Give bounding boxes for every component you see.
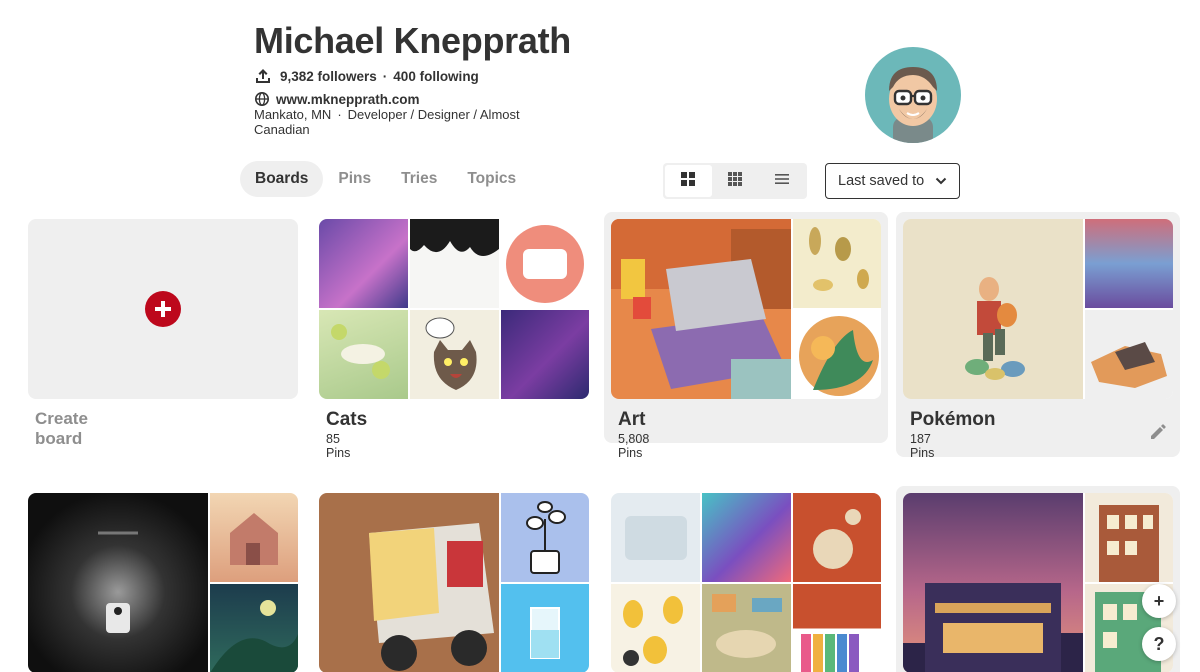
board-title[interactable]: Cats: [326, 409, 367, 431]
pin-thumbnail: [501, 219, 589, 308]
pin-thumbnail: [793, 493, 881, 582]
pin-thumbnail: [28, 493, 208, 672]
pin-thumbnail: [501, 584, 589, 672]
board-cover[interactable]: [903, 219, 1173, 399]
board-pin-count: 187 Pins: [910, 432, 935, 460]
location: Mankato, MN: [254, 107, 332, 122]
tab-tries[interactable]: Tries: [386, 161, 452, 197]
create-board-cover[interactable]: [28, 219, 298, 399]
globe-icon: [254, 91, 270, 107]
help-button[interactable]: ?: [1142, 627, 1176, 661]
create-board-label[interactable]: Create board: [35, 409, 88, 449]
large-grid-icon: [680, 171, 696, 192]
list-icon: [774, 171, 790, 192]
pin-thumbnail: [501, 310, 589, 399]
stats-separator: ·: [382, 68, 388, 84]
pin-thumbnail: [702, 493, 791, 582]
large-grid-view-button[interactable]: [665, 165, 712, 197]
tab-pins[interactable]: Pins: [323, 161, 386, 197]
pin-thumbnail: [611, 584, 700, 672]
board-title[interactable]: Pokémon: [910, 409, 996, 431]
sort-label: Last saved to: [838, 173, 925, 189]
edit-board-pencil-icon[interactable]: [1149, 423, 1167, 441]
view-mode-toggle: [663, 163, 807, 199]
followers-count[interactable]: 9,382 followers: [280, 69, 377, 84]
pin-thumbnail: [1085, 219, 1173, 308]
profile-tabs: Boards Pins Tries Topics: [240, 161, 531, 197]
pin-thumbnail: [611, 219, 791, 399]
pin-thumbnail: [1085, 310, 1173, 399]
pin-thumbnail: [611, 493, 700, 582]
pin-thumbnail: [210, 493, 298, 582]
follow-stats: 9,382 followers · 400 following: [254, 67, 479, 85]
sort-dropdown[interactable]: Last saved to: [825, 163, 960, 199]
board-cover[interactable]: [903, 493, 1173, 672]
board-cover[interactable]: [319, 493, 589, 672]
pin-thumbnail: [319, 310, 408, 399]
tab-topics[interactable]: Topics: [452, 161, 531, 197]
pin-thumbnail: [410, 310, 499, 399]
pin-thumbnail: [793, 219, 881, 308]
bio-separator: ·: [337, 107, 342, 122]
board-cover[interactable]: [28, 493, 298, 672]
pin-thumbnail: [210, 584, 298, 672]
pin-thumbnail: [501, 493, 589, 582]
pin-thumbnail: [410, 219, 499, 308]
board-pin-count: 5,808 Pins: [618, 432, 650, 460]
profile-name: Michael Knepprath: [254, 20, 571, 61]
website-link[interactable]: www.mknepprath.com: [276, 92, 420, 107]
share-icon[interactable]: [254, 67, 272, 85]
tab-boards[interactable]: Boards: [240, 161, 324, 197]
following-count[interactable]: 400 following: [393, 69, 479, 84]
pin-thumbnail: [903, 219, 1083, 399]
small-grid-view-button[interactable]: [712, 165, 759, 197]
board-pin-count: 85 Pins: [326, 432, 351, 460]
add-board-icon[interactable]: [145, 291, 181, 327]
pin-thumbnail: [903, 493, 1083, 672]
avatar[interactable]: [865, 47, 961, 143]
pin-thumbnail: [319, 219, 408, 308]
board-title[interactable]: Art: [618, 409, 645, 431]
add-pin-button[interactable]: +: [1142, 584, 1176, 618]
pin-thumbnail: [793, 584, 881, 672]
profile-bio: Mankato, MN · Developer / Designer / Almos…: [254, 107, 524, 137]
small-grid-icon: [727, 171, 743, 192]
chevron-down-icon: [935, 175, 947, 187]
pin-thumbnail: [793, 310, 881, 399]
pin-thumbnail: [1085, 493, 1173, 582]
list-view-button[interactable]: [758, 165, 805, 197]
pin-thumbnail: [702, 584, 791, 672]
pin-thumbnail: [319, 493, 499, 672]
board-cover[interactable]: [611, 493, 881, 672]
board-cover[interactable]: [319, 219, 589, 399]
website-row: www.mknepprath.com: [254, 91, 420, 107]
board-cover[interactable]: [611, 219, 881, 399]
